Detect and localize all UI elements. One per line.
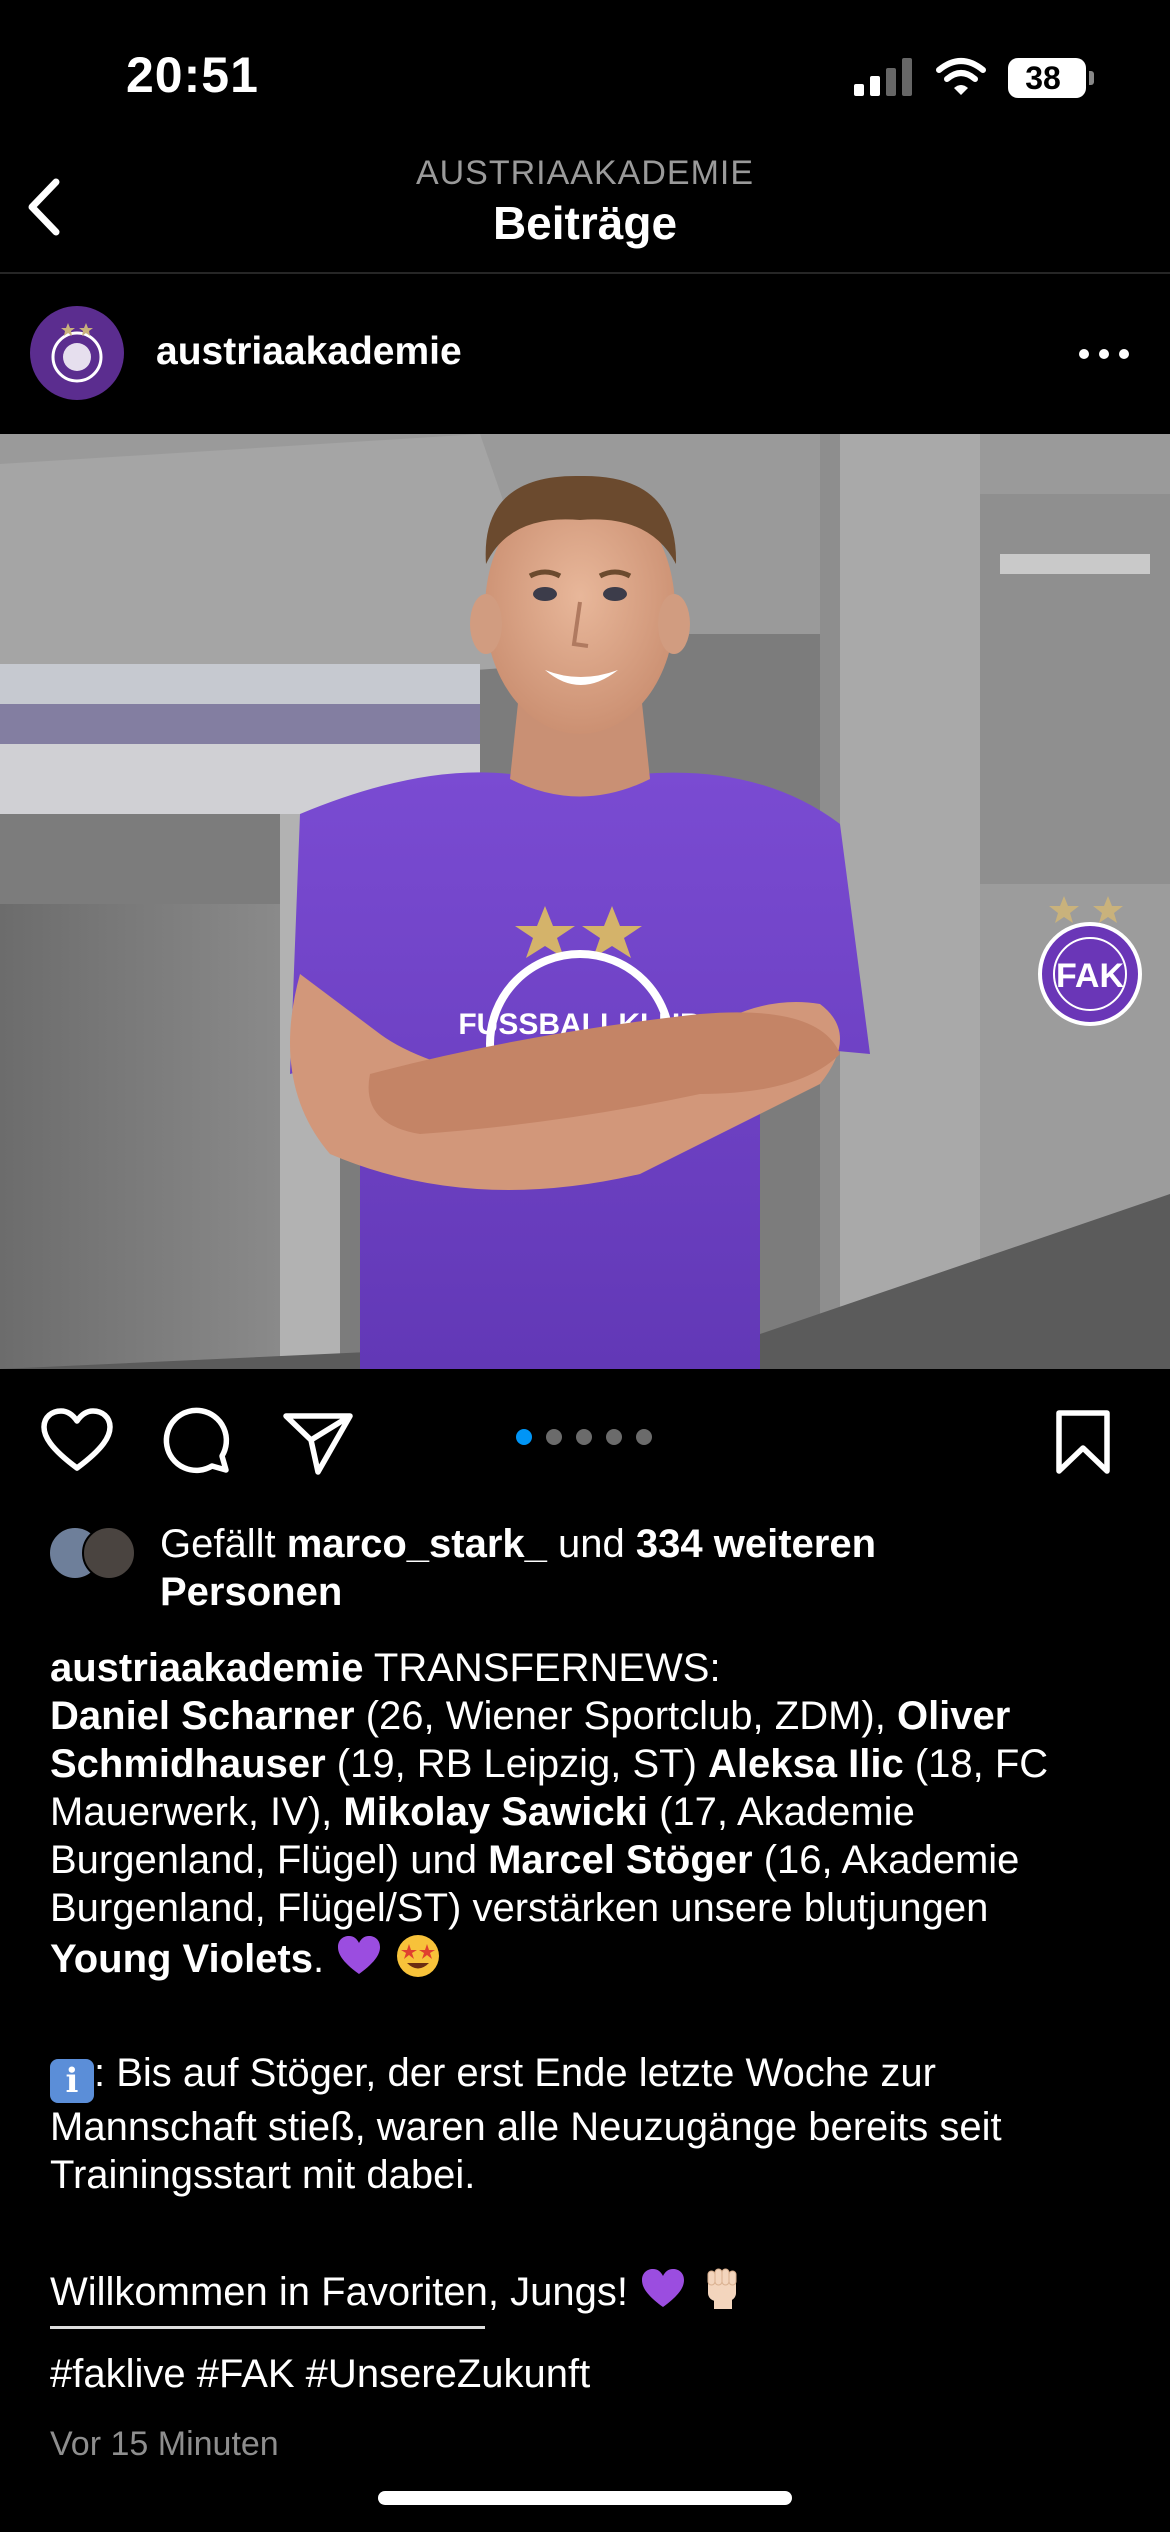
- header-account-name: AUSTRIAAKADEMIE: [415, 154, 755, 192]
- raised-fist-icon: [707, 2268, 737, 2309]
- carousel-dot-1: [516, 1429, 532, 1445]
- send-icon[interactable]: [282, 1410, 354, 1476]
- caption-text: Mannschaft stieß, waren alle Neuzugänge …: [50, 2105, 1002, 2149]
- caption-text: Willkommen in Favoriten, Jungs!: [50, 2270, 640, 2314]
- caption-text: Mauerwerk, IV),: [50, 1790, 344, 1834]
- liker-avatar-2: [82, 1526, 136, 1580]
- bookmark-icon[interactable]: [1054, 1408, 1112, 1476]
- battery-icon: 38: [1008, 58, 1094, 98]
- caption-player-name: Oliver: [896, 1694, 1011, 1738]
- caption-text: Burgenland, Flügel/ST) verstärken unsere…: [50, 1886, 989, 1930]
- caption-divider: [50, 2326, 485, 2329]
- carousel-dot-4: [606, 1429, 622, 1445]
- caption-username[interactable]: austriaakademie: [50, 1646, 364, 1690]
- carousel-dot-3: [576, 1429, 592, 1445]
- more-horizontal-icon[interactable]: [1074, 342, 1134, 366]
- player-photo: FUSSBALLKLUB FAK: [0, 434, 1170, 1369]
- caption-team-name: Young Violets: [50, 1937, 313, 1981]
- caption-player-name: Mikolay Sawicki: [343, 1790, 648, 1834]
- caption-player-name: Marcel Stöger: [488, 1838, 753, 1882]
- wifi-icon: [936, 58, 986, 95]
- caption-player-name: Daniel Scharner: [50, 1694, 355, 1738]
- likes-prefix: Gefällt: [160, 1522, 287, 1566]
- carousel-dot-5: [636, 1429, 652, 1445]
- caption-player-name: Aleksa Ilic: [708, 1742, 904, 1786]
- likes-mid: und: [546, 1522, 636, 1566]
- badge-monogram: FAK: [1056, 957, 1124, 995]
- star-struck-icon: [397, 1935, 440, 1977]
- avatar[interactable]: [30, 306, 124, 400]
- caption-text: (16, Akademie: [752, 1838, 1020, 1882]
- caption-player-name: Schmidhauser: [50, 1742, 326, 1786]
- caption-text: (26, Wiener Sportclub, ZDM),: [354, 1694, 897, 1738]
- purple-heart-icon: [338, 1936, 381, 1974]
- header-divider: [0, 272, 1170, 274]
- signal-icon: [854, 58, 914, 96]
- liker-avatars[interactable]: [48, 1526, 144, 1580]
- caption-headline: TRANSFERNEWS:: [363, 1646, 721, 1690]
- post-username[interactable]: austriaakademie: [156, 330, 462, 374]
- battery-level: 38: [1025, 60, 1061, 96]
- information-icon: i: [50, 2059, 94, 2103]
- comment-icon[interactable]: [162, 1406, 232, 1476]
- page-title: Beiträge: [492, 197, 678, 249]
- caption-text: (17, Akademie: [648, 1790, 915, 1834]
- caption-text: (19, RB Leipzig, ST): [325, 1742, 709, 1786]
- caption-text: (18, FC: [903, 1742, 1049, 1786]
- caption-text: : Bis auf Stöger, der erst Ende letzte W…: [94, 2051, 936, 2095]
- purple-heart-icon: [642, 2269, 685, 2307]
- likes-count[interactable]: 334 weiteren: [636, 1522, 876, 1566]
- caption-text: Trainingsstart mit dabei.: [50, 2153, 476, 2197]
- club-logo-icon: [51, 323, 103, 383]
- hashtags[interactable]: #faklive #FAK #UnsereZukunft: [50, 2352, 590, 2397]
- heart-icon[interactable]: [40, 1408, 114, 1474]
- home-indicator[interactable]: [378, 2491, 792, 2505]
- caption-text: Burgenland, Flügel) und: [50, 1838, 489, 1882]
- post-image[interactable]: FUSSBALLKLUB FAK: [0, 434, 1170, 1369]
- post-timestamp: Vor 15 Minuten: [50, 2425, 279, 2463]
- likes-user[interactable]: marco_stark_: [287, 1522, 547, 1566]
- likes-summary[interactable]: Gefällt marco_stark_ und 334 weiteren Pe…: [160, 1520, 1060, 1616]
- caption-text: .: [313, 1937, 336, 1981]
- likes-suffix[interactable]: Personen: [160, 1570, 342, 1614]
- status-time: 20:51: [126, 47, 259, 103]
- post-caption: austriaakademie TRANSFERNEWS: Daniel Sch…: [50, 1644, 1130, 2316]
- carousel-dot-2: [546, 1429, 562, 1445]
